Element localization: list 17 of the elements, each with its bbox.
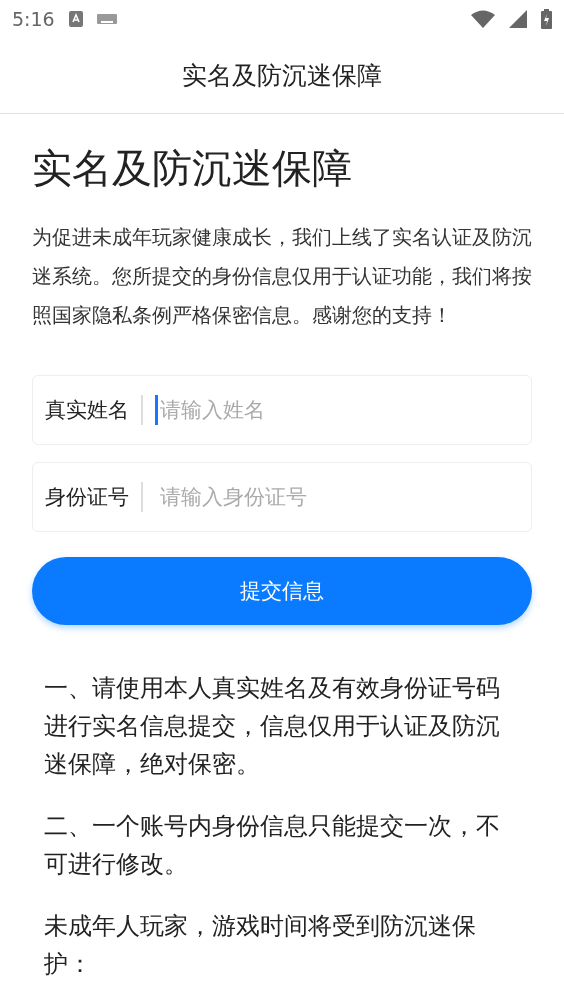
- text-input[interactable]: 请输入身份证号: [158, 485, 519, 509]
- note-paragraph: 二、一个账号内身份信息只能提交一次，不可进行修改。: [44, 811, 501, 880]
- page-title: 实名及防沉迷保障: [182, 60, 382, 92]
- intro-paragraph: 为促进未成年玩家健康成长，我们上线了实名认证及防沉迷系统。您所提交的身份信息仅用于认证功能，我们将按照国家隐私条例严格保密信息。感谢您的支持！: [32, 224, 532, 329]
- note-paragraph: 一、请使用本人真实姓名及有效身份证号码进行实名信息提交，信息仅用于认证及防沉迷保障，绝对保密。: [44, 673, 501, 780]
- text-input-icon: [68, 11, 83, 27]
- note-paragraph: 未成年人玩家，游戏时间将受到防沉迷保护：: [44, 911, 477, 980]
- field-label: 身份证号: [45, 482, 143, 512]
- field-label: 真实姓名: [45, 395, 143, 425]
- submit-button[interactable]: 提交信息: [32, 557, 532, 625]
- text-input[interactable]: 请输入姓名: [158, 398, 519, 422]
- wifi-icon: [471, 10, 495, 28]
- signal-icon: [509, 10, 527, 28]
- keyboard-icon: [96, 14, 117, 24]
- status-time: 5:16: [12, 8, 55, 30]
- heading: 实名及防沉迷保障: [32, 144, 353, 192]
- battery-icon: [541, 9, 552, 29]
